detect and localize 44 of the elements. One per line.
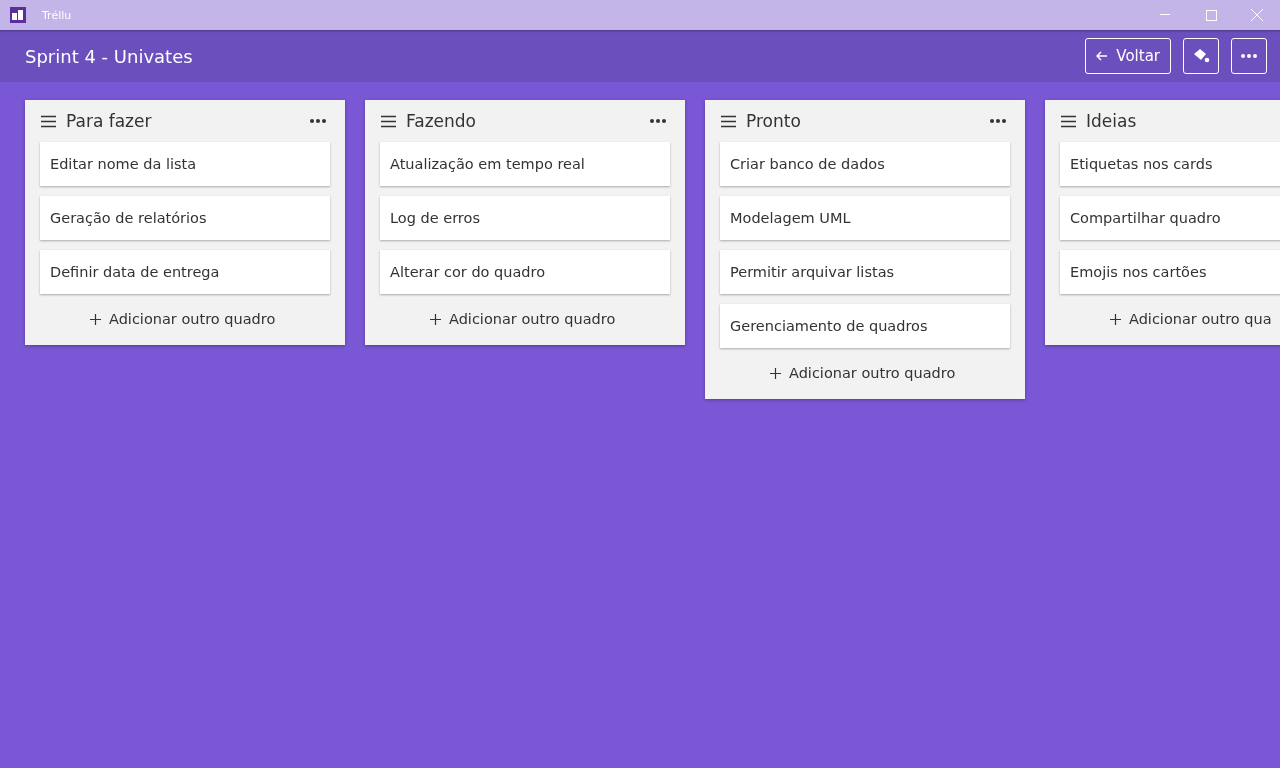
add-card-button[interactable]: Adicionar outro quadro (40, 301, 276, 337)
menu-icon[interactable] (1061, 114, 1076, 128)
arrow-left-icon (1096, 51, 1109, 61)
paint-bucket-icon (1192, 48, 1210, 64)
plus-icon (1110, 313, 1121, 325)
board-title: Sprint 4 - Univates (25, 45, 193, 67)
minimize-icon (1160, 14, 1170, 16)
menu-icon[interactable] (721, 114, 736, 128)
task-card[interactable]: Atualização em tempo real (380, 142, 670, 186)
task-card[interactable]: Geração de relatórios (40, 196, 330, 240)
app-logo-icon (10, 7, 26, 23)
task-card[interactable]: Log de erros (380, 196, 670, 240)
close-icon (1251, 9, 1263, 21)
more-icon (1241, 54, 1257, 58)
window-title: Tréllu (42, 8, 72, 22)
maximize-icon (1205, 9, 1217, 21)
task-card[interactable]: Editar nome da lista (40, 142, 330, 186)
list-title: Para fazer (66, 111, 152, 131)
task-card[interactable]: Criar banco de dados (720, 142, 1010, 186)
plus-icon (770, 367, 781, 379)
more-icon[interactable] (650, 119, 666, 123)
task-card[interactable]: Emojis nos cartões (1060, 250, 1280, 294)
paint-bucket-button[interactable] (1183, 38, 1219, 74)
list-title: Pronto (746, 111, 801, 131)
task-card[interactable]: Compartilhar quadro (1060, 196, 1280, 240)
task-card[interactable]: Gerenciamento de quadros (720, 304, 1010, 348)
task-card[interactable]: Definir data de entrega (40, 250, 330, 294)
list-title: Fazendo (406, 111, 476, 131)
add-card-button[interactable]: Adicionar outro quadro (720, 355, 956, 391)
more-icon[interactable] (990, 119, 1006, 123)
more-icon[interactable] (310, 119, 326, 123)
add-card-button[interactable]: Adicionar outro quadro (380, 301, 616, 337)
task-card[interactable]: Permitir arquivar listas (720, 250, 1010, 294)
back-button[interactable]: Voltar (1085, 38, 1171, 74)
plus-icon (90, 313, 101, 325)
plus-icon (430, 313, 441, 325)
menu-icon[interactable] (381, 114, 396, 128)
task-card[interactable]: Alterar cor do quadro (380, 250, 670, 294)
menu-icon[interactable] (41, 114, 56, 128)
list-title: Ideias (1086, 111, 1137, 131)
task-card[interactable]: Modelagem UML (720, 196, 1010, 240)
more-button[interactable] (1231, 38, 1267, 74)
add-card-button[interactable]: Adicionar outro qua (1060, 301, 1272, 337)
task-card[interactable]: Etiquetas nos cards (1060, 142, 1280, 186)
